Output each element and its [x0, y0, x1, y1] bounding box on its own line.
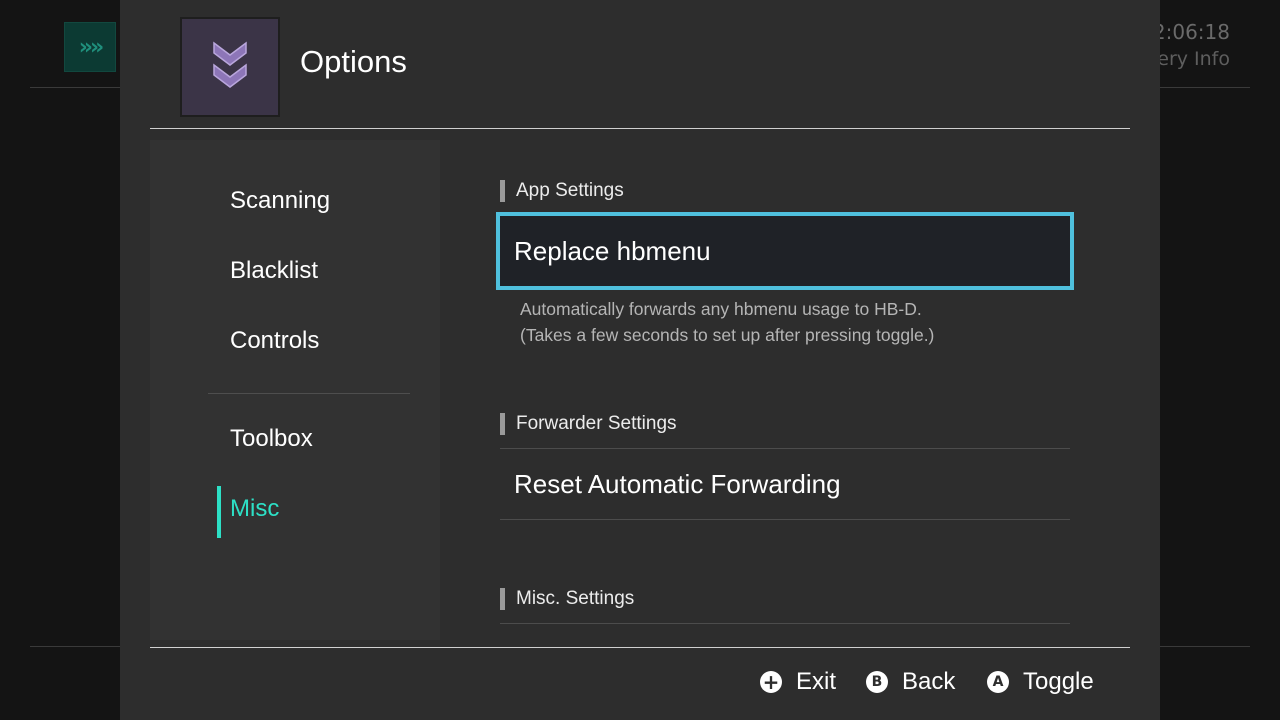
footer-divider — [150, 647, 1130, 648]
exit-label: Exit — [796, 668, 837, 695]
toggle-button[interactable]: A Toggle — [987, 668, 1094, 696]
section-header-misc-settings: Misc. Settings — [500, 588, 634, 610]
description-line: (Takes a few seconds to set up after pre… — [520, 325, 935, 345]
page-title: Options — [300, 44, 407, 79]
section-header-label: Misc. Settings — [516, 588, 635, 609]
plus-button-icon: + — [760, 671, 782, 693]
sidebar-item-controls[interactable]: Controls — [230, 327, 319, 355]
row-divider — [500, 623, 1070, 624]
header-divider — [150, 128, 1130, 129]
sidebar-item-scanning[interactable]: Scanning — [230, 187, 330, 215]
description-line: Automatically forwards any hbmenu usage … — [520, 299, 922, 319]
section-header-app-settings: App Settings — [500, 180, 624, 202]
section-header-label: Forwarder Settings — [516, 413, 677, 434]
b-button-icon: B — [866, 671, 888, 693]
sidebar-divider — [208, 393, 410, 394]
row-divider — [500, 519, 1070, 520]
a-button-icon: A — [987, 671, 1009, 693]
double-chevron-down-icon — [180, 17, 280, 117]
background-logo-icon: »» — [64, 22, 116, 72]
active-item-indicator — [217, 486, 221, 538]
section-header-bar — [500, 413, 505, 435]
replace-hbmenu-description: Automatically forwards any hbmenu usage … — [520, 296, 934, 348]
exit-button[interactable]: + Exit — [760, 668, 836, 696]
sidebar-item-toolbox[interactable]: Toolbox — [230, 425, 313, 453]
section-header-bar — [500, 180, 505, 202]
reset-automatic-forwarding-button[interactable]: Reset Automatic Forwarding — [500, 448, 1070, 520]
back-button[interactable]: B Back — [866, 668, 955, 696]
section-header-bar — [500, 588, 505, 610]
background-clock: 12:06:18 — [1160, 20, 1230, 44]
replace-hbmenu-toggle[interactable]: Replace hbmenu — [496, 212, 1074, 290]
sidebar-item-misc[interactable]: Misc — [230, 495, 279, 523]
toggle-label: Toggle — [1023, 668, 1094, 695]
background-battery-label: Battery Info — [1160, 48, 1230, 70]
options-dialog: Options Scanning Blacklist Controls Tool… — [120, 0, 1160, 720]
back-label: Back — [902, 668, 956, 695]
sidebar-item-blacklist[interactable]: Blacklist — [230, 257, 318, 285]
section-header-forwarder-settings: Forwarder Settings — [500, 413, 677, 435]
sidebar: Scanning Blacklist Controls Toolbox Misc — [150, 140, 440, 640]
section-header-label: App Settings — [516, 180, 624, 201]
